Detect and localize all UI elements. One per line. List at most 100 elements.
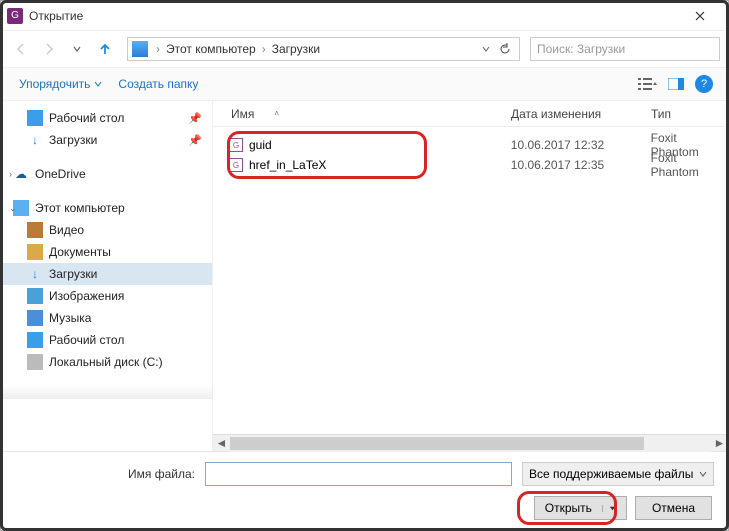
filename-label: Имя файла:	[15, 467, 195, 481]
scrollbar-thumb[interactable]	[230, 437, 644, 450]
sidebar-item-label: Рабочий стол	[49, 111, 124, 125]
arrow-left-icon	[13, 41, 29, 57]
scroll-left-button[interactable]: ◄	[213, 435, 230, 452]
sidebar-item-label: Видео	[49, 223, 84, 237]
expand-icon[interactable]: ›	[9, 169, 12, 179]
pin-icon: 📌	[188, 112, 202, 125]
sidebar-item-local-disk[interactable]: Локальный диск (C:)	[1, 351, 212, 373]
organize-button[interactable]: Упорядочить	[11, 73, 110, 95]
navigation-pane[interactable]: Рабочий стол 📌 ↓ Загрузки 📌 › ☁ OneDrive	[1, 101, 213, 451]
breadcrumb-item[interactable]: Загрузки	[268, 42, 324, 56]
close-button[interactable]	[677, 2, 722, 30]
toolbar: Упорядочить Создать папку ?	[1, 67, 728, 101]
file-area: Имя ˄ Дата изменения Тип G guid 10.06.20…	[213, 101, 728, 451]
file-name: guid	[249, 138, 272, 152]
disk-icon	[27, 354, 43, 370]
file-date: 10.06.2017 12:32	[511, 138, 651, 152]
desktop-icon	[27, 332, 43, 348]
view-mode-button[interactable]	[634, 72, 662, 96]
sidebar-item-label: Музыка	[49, 311, 91, 325]
sidebar-item-documents[interactable]: Документы	[1, 241, 212, 263]
chevron-down-icon	[699, 470, 707, 478]
sidebar-item-desktop[interactable]: Рабочий стол 📌	[1, 107, 212, 129]
sidebar-item-onedrive[interactable]: › ☁ OneDrive	[1, 163, 212, 185]
search-box[interactable]	[530, 37, 720, 61]
sidebar-item-images[interactable]: Изображения	[1, 285, 212, 307]
file-name: href_in_LaTeX	[249, 158, 326, 172]
address-dropdown[interactable]	[477, 43, 515, 55]
sidebar-item-label: Загрузки	[49, 267, 97, 281]
collapse-icon[interactable]: ⌄	[9, 203, 17, 214]
titlebar: G Открытие	[1, 1, 728, 31]
download-icon: ↓	[27, 266, 43, 282]
scrollbar-track[interactable]	[230, 435, 711, 452]
sidebar-item-label: Документы	[49, 245, 111, 259]
search-input[interactable]	[537, 42, 713, 56]
chevron-down-icon	[94, 80, 102, 88]
file-date: 10.06.2017 12:35	[511, 158, 651, 172]
navigation-bar: › Этот компьютер › Загрузки	[1, 31, 728, 67]
cancel-button[interactable]: Отмена	[635, 496, 712, 520]
images-icon	[27, 288, 43, 304]
column-type-header[interactable]: Тип	[651, 107, 728, 121]
column-name-header[interactable]: Имя ˄	[231, 107, 511, 121]
breadcrumb-sep: ›	[260, 42, 268, 56]
chevron-down-icon	[72, 44, 82, 54]
sidebar-item-desktop-pc[interactable]: Рабочий стол	[1, 329, 212, 351]
horizontal-scrollbar[interactable]: ◄ ►	[213, 434, 728, 451]
video-icon	[27, 222, 43, 238]
sidebar-item-label: Изображения	[49, 289, 124, 303]
close-icon	[695, 11, 705, 21]
up-button[interactable]	[93, 37, 117, 61]
breadcrumb-sep: ›	[154, 42, 162, 56]
open-button[interactable]: Открыть	[534, 496, 627, 520]
sidebar-item-downloads-pc[interactable]: ↓ Загрузки	[1, 263, 212, 285]
back-button[interactable]	[9, 37, 33, 61]
preview-pane-button[interactable]	[662, 72, 690, 96]
documents-icon	[27, 244, 43, 260]
chevron-down-icon	[482, 45, 490, 53]
desktop-icon	[27, 110, 43, 126]
forward-button[interactable]	[37, 37, 61, 61]
music-icon	[27, 310, 43, 326]
sidebar-item-videos[interactable]: Видео	[1, 219, 212, 241]
refresh-icon[interactable]	[499, 43, 511, 55]
address-bar[interactable]: › Этот компьютер › Загрузки	[127, 37, 520, 61]
sidebar-item-this-pc[interactable]: ⌄ Этот компьютер	[1, 197, 212, 219]
pdf-file-icon: G	[229, 158, 243, 172]
sidebar-item-label: Этот компьютер	[35, 201, 125, 215]
cloud-icon: ☁	[13, 166, 29, 182]
sidebar-item-label: OneDrive	[35, 167, 86, 181]
download-icon: ↓	[27, 132, 43, 148]
breadcrumb-item[interactable]: Этот компьютер	[162, 42, 260, 56]
sort-asc-icon: ˄	[274, 109, 279, 118]
sidebar-item-label: Загрузки	[49, 133, 97, 147]
open-dropdown[interactable]	[602, 505, 616, 512]
help-button[interactable]: ?	[690, 72, 718, 96]
scroll-right-button[interactable]: ►	[711, 435, 728, 452]
footer: Имя файла: Все поддерживаемые файлы Откр…	[1, 451, 728, 530]
arrow-right-icon	[41, 41, 57, 57]
file-type: Foxit Phantom	[651, 151, 728, 179]
file-list[interactable]: G guid 10.06.2017 12:32 Foxit Phantom G …	[213, 127, 728, 175]
pdf-file-icon: G	[229, 138, 243, 152]
filetype-select[interactable]: Все поддерживаемые файлы	[522, 462, 714, 486]
sidebar-item-music[interactable]: Музыка	[1, 307, 212, 329]
preview-pane-icon	[668, 78, 684, 90]
new-folder-button[interactable]: Создать папку	[110, 73, 206, 95]
column-date-header[interactable]: Дата изменения	[511, 107, 651, 121]
open-file-dialog: G Открытие › Этот компьютер › Загрузки	[0, 0, 729, 531]
footer-buttons: Открыть Отмена	[15, 496, 714, 520]
recent-button[interactable]	[65, 37, 89, 61]
help-icon: ?	[695, 75, 713, 93]
dialog-body: Рабочий стол 📌 ↓ Загрузки 📌 › ☁ OneDrive	[1, 101, 728, 451]
sidebar-item-label: Локальный диск (C:)	[49, 355, 163, 369]
sidebar-item-label: Рабочий стол	[49, 333, 124, 347]
sidebar-scroll-hint	[1, 385, 212, 399]
filename-input[interactable]	[205, 462, 512, 486]
caret-down-icon	[609, 505, 616, 512]
column-headers: Имя ˄ Дата изменения Тип	[213, 101, 728, 127]
sidebar-item-downloads[interactable]: ↓ Загрузки 📌	[1, 129, 212, 151]
pc-icon	[132, 41, 148, 57]
file-row[interactable]: G href_in_LaTeX 10.06.2017 12:35 Foxit P…	[229, 155, 728, 175]
